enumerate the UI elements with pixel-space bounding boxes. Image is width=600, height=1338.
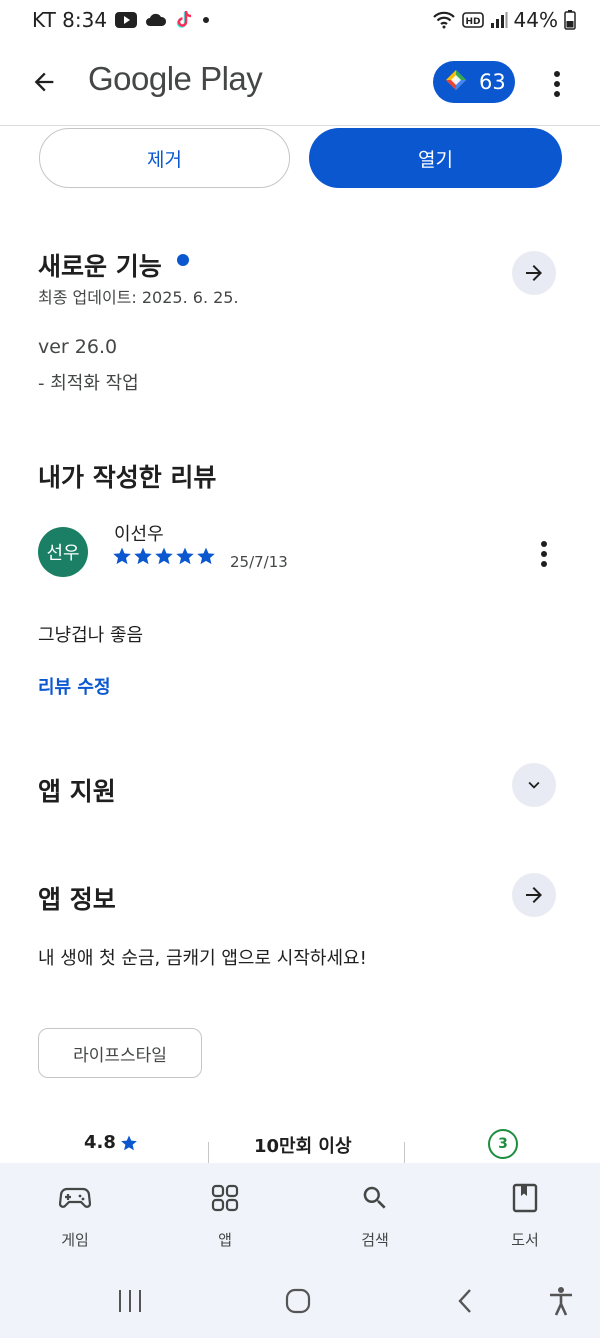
stat-divider: [404, 1142, 405, 1164]
star-icon: [121, 1135, 137, 1150]
star-icon: [176, 547, 194, 565]
nav-item-books[interactable]: 도서: [465, 1163, 585, 1263]
nav-label-search: 검색: [361, 1231, 389, 1249]
app-support-expand-button[interactable]: [512, 763, 556, 807]
app-support-title[interactable]: 앱 지원: [38, 772, 116, 808]
content-rating-badge: 3: [488, 1129, 518, 1159]
whats-new-arrow-button[interactable]: [512, 251, 556, 295]
nav-item-search[interactable]: 검색: [315, 1163, 435, 1263]
star-icon: [155, 547, 173, 565]
chevron-down-icon: [528, 781, 540, 789]
play-points-chip[interactable]: 63: [433, 61, 515, 103]
svg-text:HD: HD: [465, 17, 480, 27]
nav-label-games: 게임: [61, 1231, 89, 1249]
nav-item-apps[interactable]: 앱: [165, 1163, 285, 1263]
review-text: 그냥겁나 좋음: [38, 625, 144, 646]
downloads-stat: 10만회 이상: [254, 1136, 352, 1157]
home-icon: [285, 1288, 311, 1314]
home-button[interactable]: [276, 1285, 320, 1317]
system-navigation-bar: [0, 1263, 600, 1338]
open-button[interactable]: 열기: [309, 128, 562, 188]
stat-divider: [208, 1142, 209, 1164]
last-updated: 최종 업데이트: 2025. 6. 25.: [38, 288, 239, 307]
star-icon: [134, 547, 152, 565]
tiktok-icon: [175, 10, 193, 30]
arrow-back-icon: [34, 72, 54, 92]
avatar: 선우: [38, 527, 88, 577]
star-rating: [112, 546, 216, 566]
wifi-icon: [432, 11, 456, 29]
review-date: 25/7/13: [230, 553, 288, 571]
more-vert-icon: [554, 71, 560, 97]
battery-percent: 44%: [513, 8, 558, 32]
star-icon: [113, 547, 131, 565]
edit-review-link[interactable]: 리뷰 수정: [38, 673, 111, 699]
star-icon: [197, 547, 215, 565]
uninstall-button[interactable]: 제거: [39, 128, 290, 188]
more-options-button[interactable]: [540, 64, 574, 104]
play-points-icon: [445, 69, 467, 96]
back-nav-button[interactable]: [444, 1285, 488, 1317]
recent-apps-icon: [119, 1290, 141, 1312]
about-app-title: 앱 정보: [38, 885, 116, 914]
nav-item-games[interactable]: 게임: [15, 1163, 135, 1263]
app-bar: Google Play 63: [0, 40, 600, 126]
version-note: - 최적화 작업: [38, 373, 139, 394]
play-points-count: 63: [479, 70, 506, 94]
apps-grid-icon: [211, 1183, 239, 1213]
arrow-forward-icon: [526, 265, 542, 281]
recent-apps-button[interactable]: [108, 1285, 152, 1317]
bottom-navigation: 게임 앱 검색 도서: [0, 1163, 600, 1263]
about-app-arrow-button[interactable]: [512, 873, 556, 917]
signal-icon: [490, 12, 508, 28]
battery-icon: [564, 10, 576, 30]
hd-icon: HD: [461, 12, 484, 28]
book-icon: [512, 1183, 538, 1213]
my-review-title: 내가 작성한 리뷰: [38, 463, 217, 492]
cloud-icon: [145, 13, 167, 27]
accessibility-icon: [550, 1287, 572, 1316]
reviewer-name: 이선우: [114, 524, 164, 545]
accessibility-button[interactable]: [539, 1285, 583, 1317]
dot-icon: [201, 15, 211, 25]
about-app-description: 내 생애 첫 순금, 금캐기 앱으로 시작하세요!: [38, 948, 367, 969]
arrow-forward-icon: [526, 887, 542, 903]
nav-label-apps: 앱: [218, 1231, 232, 1249]
version-text: ver 26.0: [38, 336, 118, 358]
more-vert-icon: [541, 541, 547, 567]
store-title: Google Play: [88, 60, 263, 97]
back-button[interactable]: [24, 62, 64, 102]
carrier-time: KT 8:34: [32, 8, 108, 32]
chevron-left-icon: [458, 1289, 471, 1313]
category-tag-chip[interactable]: 라이프스타일: [38, 1028, 202, 1078]
new-indicator-dot: [177, 254, 189, 266]
rating-value: 4.8: [84, 1132, 116, 1153]
status-bar: KT 8:34 HD 44%: [0, 0, 600, 40]
rating-stat: 4.8: [84, 1132, 138, 1153]
whats-new-title: 새로운 기능: [38, 252, 162, 281]
review-more-button[interactable]: [530, 536, 558, 572]
gamepad-icon: [59, 1183, 91, 1213]
nav-label-books: 도서: [511, 1231, 539, 1249]
youtube-icon: [115, 12, 138, 28]
search-icon: [360, 1183, 390, 1213]
